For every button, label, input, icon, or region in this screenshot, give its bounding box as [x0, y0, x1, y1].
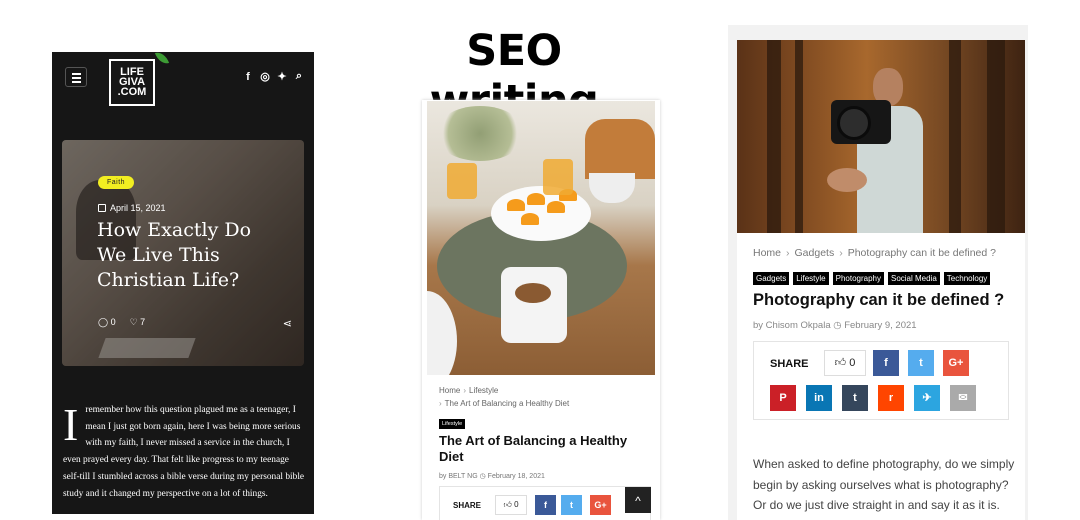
like-button[interactable]: 👍︎ 0: [495, 495, 527, 515]
scroll-to-top-button[interactable]: ^: [625, 487, 651, 513]
phone-screenshot-photography: Home › Gadgets › Photography can it be defin…: [728, 25, 1028, 520]
tag-lifestyle[interactable]: Lifestyle: [793, 272, 829, 285]
breadcrumb: Home › Lifestyle › The Art of Balancing a H…: [439, 386, 570, 408]
linkedin-share-button[interactable]: in: [806, 385, 832, 411]
clock-icon: ◷: [479, 473, 488, 480]
telegram-share-button[interactable]: ✈: [914, 385, 940, 411]
tag-photography[interactable]: Photography: [832, 272, 884, 285]
drop-cap: I: [63, 399, 79, 450]
clock-icon: ◷: [833, 320, 845, 331]
thumbs-up-icon: 👍︎: [503, 500, 515, 509]
leaf-icon: [154, 52, 170, 67]
article-body: I remember how this question plagued me …: [63, 402, 307, 502]
category-badge[interactable]: Faith: [98, 176, 135, 189]
post-date: February 9, 2021: [844, 320, 917, 331]
twitter-share-button[interactable]: t: [908, 350, 934, 376]
social-links: f ◎ ✦ ⌕: [243, 70, 304, 83]
post-meta: by Chisom Okpala ◷ February 9, 2021: [753, 320, 917, 331]
facebook-share-button[interactable]: f: [873, 350, 899, 376]
reddit-share-button[interactable]: r: [878, 385, 904, 411]
post-header: Home › Lifestyle › The Art of Balancing a H…: [439, 384, 639, 480]
share-box: SHARE 👍︎ 0 f t G+: [439, 486, 651, 520]
share-label: SHARE: [453, 501, 482, 510]
instagram-icon[interactable]: ◎: [260, 70, 270, 83]
site-logo[interactable]: LIFE GIVA .COM: [109, 52, 170, 106]
share-icon[interactable]: ⋖: [283, 317, 292, 330]
article-text: remember how this question plagued me as…: [63, 405, 305, 499]
like-button[interactable]: 👍︎ 0: [824, 350, 866, 376]
breadcrumb: Home › Gadgets › Photography can it be defin…: [753, 247, 996, 259]
phone-screenshot-diet: Home › Lifestyle › The Art of Balancing a H…: [422, 100, 660, 520]
post-title[interactable]: How Exactly Do We Live This Christian Li…: [97, 218, 267, 293]
article-text: When asked to define photography, do we …: [753, 457, 1015, 512]
phone-screenshot-lifegiva: LIFE GIVA .COM f ◎ ✦ ⌕ Faith April 15, 2…: [52, 52, 314, 514]
post-title: Photography can it be defined ?: [753, 291, 1005, 309]
site-header: LIFE GIVA .COM f ◎ ✦ ⌕: [52, 52, 314, 106]
share-box: SHARE 👍︎ 0 f t G+ P in t r ✈ ✉: [753, 341, 1009, 420]
facebook-share-button[interactable]: f: [535, 495, 556, 515]
post-author[interactable]: by Chisom Okpala: [753, 320, 831, 331]
menu-icon[interactable]: [65, 67, 87, 87]
heart-icon: ♡: [129, 317, 141, 327]
comment-count[interactable]: ◯ 0: [98, 317, 116, 328]
hero-card[interactable]: Faith April 15, 2021 How Exactly Do We L…: [62, 140, 304, 366]
googleplus-share-button[interactable]: G+: [590, 495, 611, 515]
post-author[interactable]: by BELT NG: [439, 473, 478, 480]
tag-social-media[interactable]: Social Media: [887, 272, 940, 285]
tag-gadgets[interactable]: Gadgets: [753, 272, 790, 285]
post-title: The Art of Balancing a Healthy Diet: [439, 433, 628, 464]
twitter-share-button[interactable]: t: [561, 495, 582, 515]
calendar-icon: [98, 204, 106, 212]
comment-icon: ◯: [98, 317, 111, 327]
share-label: SHARE: [770, 358, 809, 370]
email-share-button[interactable]: ✉: [950, 385, 976, 411]
post-date: April 15, 2021: [98, 203, 166, 213]
pinterest-share-button[interactable]: P: [770, 385, 796, 411]
facebook-icon[interactable]: f: [243, 71, 253, 83]
tag-technology[interactable]: Technology: [943, 272, 991, 285]
post-stats: ◯ 0 ♡ 7: [98, 317, 145, 328]
search-icon[interactable]: ⌕: [294, 70, 304, 83]
featured-image: [427, 101, 655, 375]
category-tags: Gadgets Lifestyle Photography Social Med…: [753, 272, 991, 285]
tumblr-share-button[interactable]: t: [842, 385, 868, 411]
googleplus-share-button[interactable]: G+: [943, 350, 969, 376]
post-meta: by BELT NG ◷ February 18, 2021: [439, 472, 639, 480]
like-count[interactable]: ♡ 7: [130, 317, 146, 328]
thumbs-up-icon: 👍︎: [834, 357, 850, 369]
twitter-icon[interactable]: ✦: [277, 70, 287, 83]
post-date: February 18, 2021: [487, 473, 545, 480]
featured-image: [737, 40, 1025, 233]
category-tag[interactable]: Lifestyle: [439, 419, 466, 429]
